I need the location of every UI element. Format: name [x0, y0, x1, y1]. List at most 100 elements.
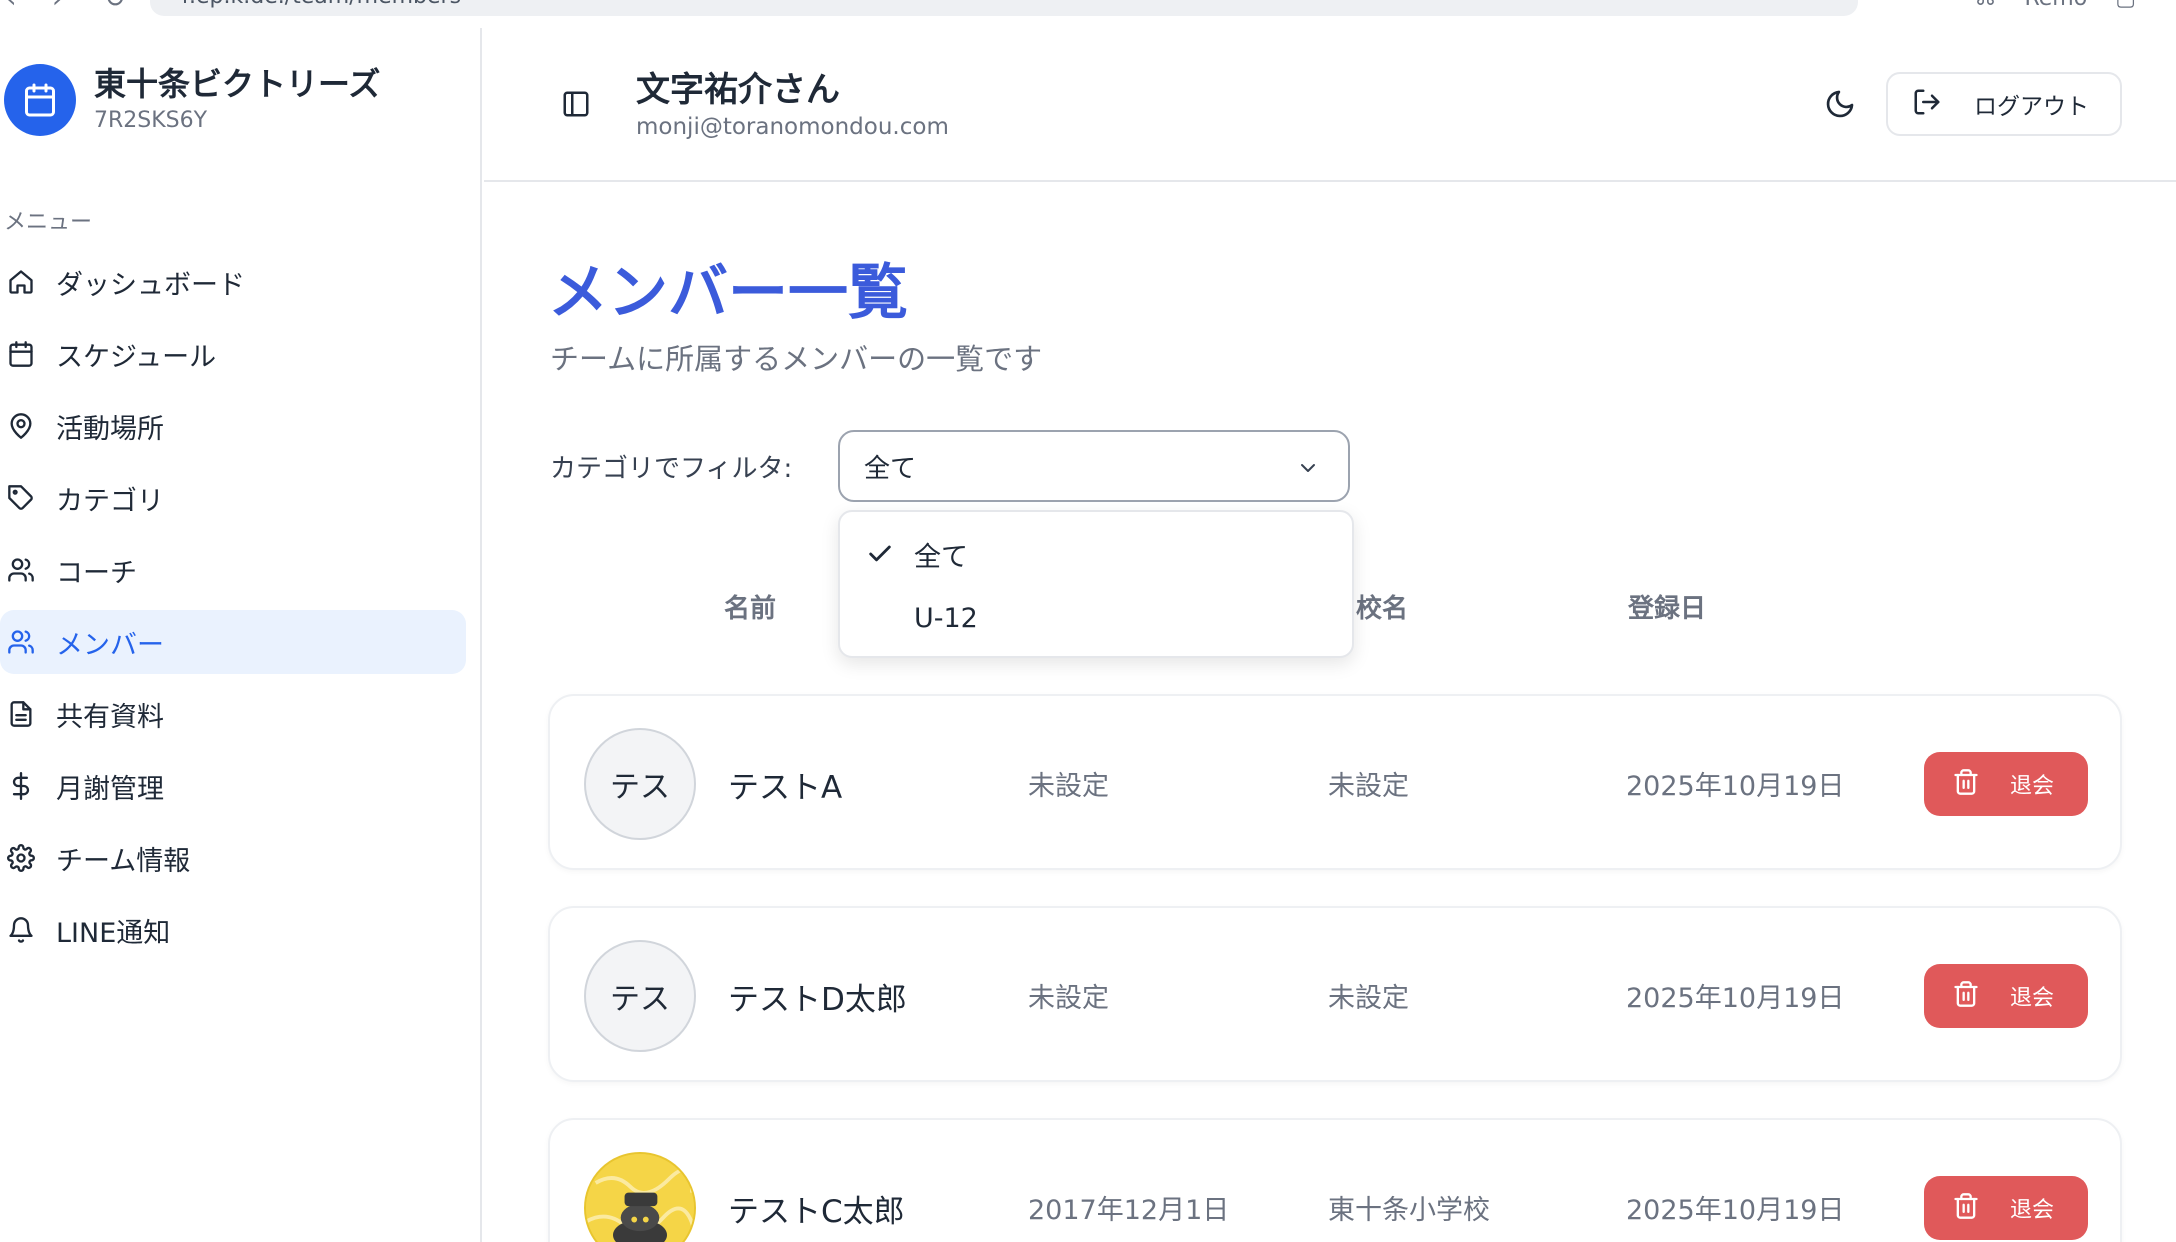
sidebar-item-members[interactable]: メンバー	[0, 610, 466, 674]
moon-icon[interactable]	[1816, 80, 1864, 128]
avatar: テス	[584, 940, 696, 1052]
member-row: テス テストA 未設定 未設定 2025年10月19日 退会	[548, 694, 2122, 870]
bell-icon	[4, 913, 38, 947]
reload-icon[interactable]: ↻	[104, 0, 126, 14]
leave-button[interactable]: 退会	[1924, 1176, 2088, 1240]
avatar-image	[584, 1152, 696, 1242]
calendar-logo-icon	[4, 64, 76, 136]
column-header-name[interactable]: 名前	[724, 588, 776, 625]
check-icon	[866, 540, 894, 572]
leave-button[interactable]: 退会	[1924, 964, 2088, 1028]
sidebar-item-categories[interactable]: カテゴリ	[0, 466, 466, 530]
dropdown-option-u12[interactable]: U-12	[840, 588, 1352, 648]
member-birthdate: 未設定	[1028, 983, 1109, 1014]
member-name: テストD太郎	[728, 982, 907, 1018]
member-registered-date: 2025年10月19日	[1626, 983, 1845, 1014]
dollar-icon	[4, 769, 38, 803]
member-birthdate: 未設定	[1028, 771, 1109, 802]
avatar-initials: テス	[610, 982, 670, 1017]
sidebar: 東十条ビクトリーズ 7R2SKS6Y メニュー ダッシュボード スケジュール 活…	[0, 28, 482, 1242]
sidebar-toggle-icon[interactable]	[556, 84, 596, 124]
map-pin-icon	[4, 409, 38, 443]
member-school: 未設定	[1328, 983, 1409, 1014]
sidebar-item-label: 活動場所	[56, 413, 164, 445]
user-email: monji@toranomondou.com	[636, 114, 949, 140]
address-bar[interactable]: r.ep.k.de./team/members	[150, 0, 1858, 16]
sidebar-item-label: LINE通知	[56, 917, 171, 949]
sidebar-item-label: 月謝管理	[56, 773, 164, 805]
team-code: 7R2SKS6Y	[94, 108, 208, 133]
avatar-initials: テス	[610, 770, 670, 805]
top-header: 文字祐介さん monji@toranomondou.com ログアウト	[484, 28, 2176, 182]
sidebar-item-label: コーチ	[56, 557, 137, 589]
sidebar-item-locations[interactable]: 活動場所	[0, 394, 466, 458]
calendar-icon	[4, 337, 38, 371]
leave-label: 退会	[2010, 986, 2055, 1011]
sidebar-item-dashboard[interactable]: ダッシュボード	[0, 250, 466, 314]
sidebar-item-label: 共有資料	[56, 701, 164, 733]
user-name: 文字祐介さん	[636, 70, 840, 110]
tag-icon	[4, 481, 38, 515]
users-icon	[4, 625, 38, 659]
team-brand[interactable]: 東十条ビクトリーズ 7R2SKS6Y	[4, 64, 380, 136]
app-root: ‹ › ↻ r.ep.k.de./team/members ⌘ Remo ▢ 東…	[0, 0, 2176, 1242]
member-school: 未設定	[1328, 771, 1409, 802]
member-row: テストC太郎 2017年12月1日 東十条小学校 2025年10月19日 退会	[548, 1118, 2122, 1242]
sidebar-item-label: ダッシュボード	[56, 269, 245, 301]
dropdown-option-all[interactable]: 全て	[840, 524, 1352, 584]
member-name: テストC太郎	[728, 1194, 905, 1230]
logout-icon	[1912, 87, 1942, 121]
extension-icon[interactable]: ⌘	[1974, 0, 1996, 11]
member-name: テストA	[728, 770, 843, 806]
page-subtitle: チームに所属するメンバーの一覧です	[550, 342, 1043, 376]
browser-extensions: ⌘ Remo ▢	[1974, 0, 2136, 11]
menu-heading: メニュー	[4, 210, 93, 235]
filter-label: カテゴリでフィルタ:	[550, 454, 793, 484]
category-dropdown-menu: 全て U-12	[838, 510, 1354, 658]
home-icon	[4, 265, 38, 299]
dropdown-option-label: U-12	[914, 602, 978, 634]
browser-toolbar: ‹ › ↻ r.ep.k.de./team/members ⌘ Remo ▢	[0, 0, 2176, 28]
sidebar-item-label: カテゴリ	[56, 485, 164, 517]
member-registered-date: 2025年10月19日	[1626, 771, 1845, 802]
trash-icon	[1952, 980, 1980, 1012]
avatar-photo-icon	[586, 1154, 694, 1242]
filter-selected-value: 全て	[864, 453, 917, 484]
dropdown-option-label: 全て	[914, 541, 968, 573]
trash-icon	[1952, 1192, 1980, 1224]
logout-button[interactable]: ログアウト	[1886, 72, 2122, 136]
sidebar-item-coaches[interactable]: コーチ	[0, 538, 466, 602]
trash-icon	[1952, 768, 1980, 800]
leave-button[interactable]: 退会	[1924, 752, 2088, 816]
leave-label: 退会	[2010, 774, 2055, 799]
chevron-down-icon	[1296, 456, 1320, 484]
sidebar-item-label: メンバー	[56, 629, 164, 661]
file-text-icon	[4, 697, 38, 731]
sidebar-item-line-notify[interactable]: LINE通知	[0, 898, 466, 962]
back-icon[interactable]: ‹	[6, 0, 16, 14]
category-filter-select[interactable]: 全て	[838, 430, 1350, 502]
member-registered-date: 2025年10月19日	[1626, 1195, 1845, 1226]
sidebar-item-shared-files[interactable]: 共有資料	[0, 682, 466, 746]
leave-label: 退会	[2010, 1198, 2055, 1223]
column-header-school[interactable]: 校名	[1356, 588, 1408, 625]
sidebar-item-label: チーム情報	[56, 845, 191, 877]
member-school: 東十条小学校	[1328, 1195, 1490, 1226]
team-name: 東十条ビクトリーズ	[94, 65, 381, 103]
profile-label[interactable]: Remo	[2024, 0, 2087, 11]
sidebar-item-schedule[interactable]: スケジュール	[0, 322, 466, 386]
column-header-registered[interactable]: 登録日	[1628, 588, 1706, 625]
gear-icon	[4, 841, 38, 875]
sidebar-item-fees[interactable]: 月謝管理	[0, 754, 466, 818]
forward-icon[interactable]: ›	[52, 0, 62, 14]
avatar: テス	[584, 728, 696, 840]
window-icon[interactable]: ▢	[2115, 0, 2136, 11]
member-birthdate: 2017年12月1日	[1028, 1195, 1230, 1226]
url-text: r.ep.k.de./team/members	[182, 0, 461, 9]
sidebar-item-team-info[interactable]: チーム情報	[0, 826, 466, 890]
sidebar-item-label: スケジュール	[56, 341, 217, 373]
sidebar-menu: ダッシュボード スケジュール 活動場所 カテゴリ コーチ メンバー 共有資料 月…	[0, 250, 466, 970]
member-row: テス テストD太郎 未設定 未設定 2025年10月19日 退会	[548, 906, 2122, 1082]
page-title: メンバー一覧	[548, 258, 908, 328]
users-icon	[4, 553, 38, 587]
